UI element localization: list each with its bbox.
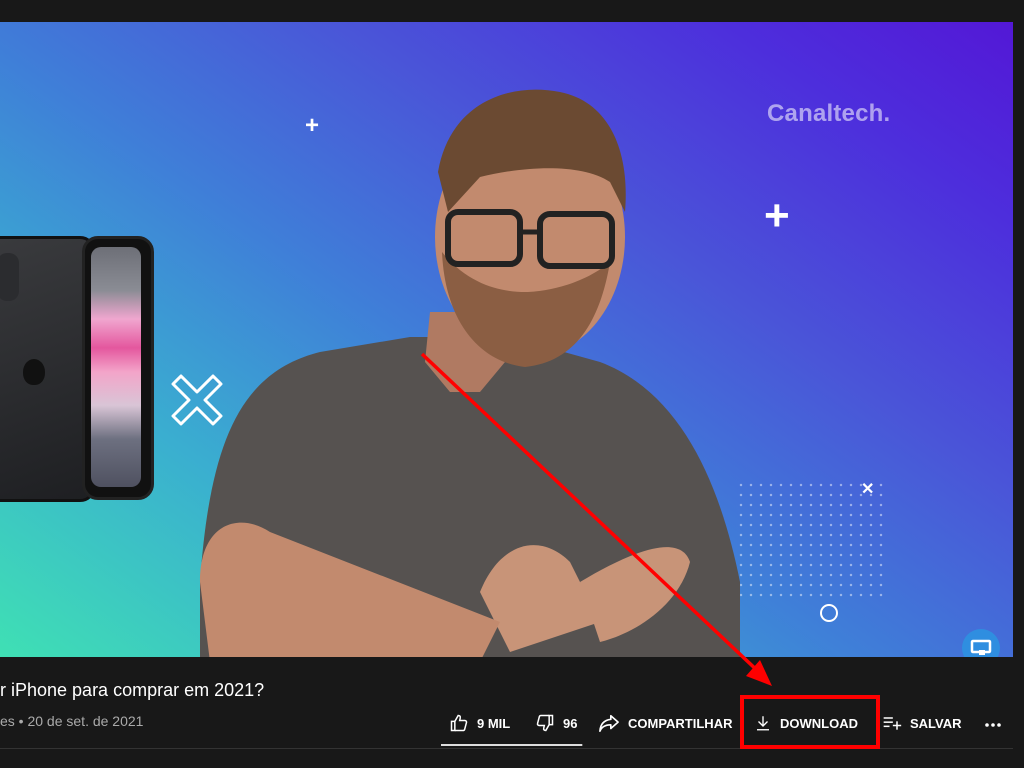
- dislike-count: 96: [563, 715, 578, 731]
- phone-back-image: [82, 236, 154, 500]
- save-label: SALVAR: [910, 715, 962, 731]
- video-title: r iPhone para comprar em 2021?: [0, 680, 265, 700]
- like-count: 9 MIL: [477, 715, 511, 731]
- download-highlight-box: [740, 695, 880, 749]
- thumb-down-icon: [536, 714, 554, 732]
- phone-screen: [91, 247, 141, 487]
- video-player[interactable]: + + ✕ Canaltech.: [0, 22, 1013, 657]
- circle-shape: [820, 604, 838, 622]
- video-meta: es • 20 de set. de 2021: [0, 713, 144, 729]
- top-bar: [0, 0, 1024, 22]
- sentiment-bar-fill: [441, 744, 582, 746]
- dislike-button[interactable]: 96: [535, 705, 577, 741]
- share-button[interactable]: COMPARTILHAR: [598, 705, 732, 741]
- like-button[interactable]: 9 MIL: [449, 705, 510, 741]
- share-icon: [599, 714, 619, 732]
- share-label: COMPARTILHAR: [628, 715, 733, 731]
- playlist-add-icon: [883, 717, 902, 730]
- channel-logo-icon: [970, 639, 992, 655]
- more-actions-button[interactable]: [984, 705, 1002, 741]
- presenter-figure: [200, 89, 740, 657]
- camera-module: [0, 253, 19, 301]
- side-strip: [1013, 22, 1024, 657]
- channel-badge-icon[interactable]: [962, 629, 1000, 657]
- thumb-up-icon: [450, 714, 468, 732]
- apple-logo-icon: [23, 359, 45, 385]
- more-icon: [985, 723, 1001, 727]
- channel-watermark: Canaltech.: [767, 100, 891, 127]
- save-button[interactable]: SALVAR: [882, 705, 962, 741]
- plus-shape: +: [764, 191, 790, 240]
